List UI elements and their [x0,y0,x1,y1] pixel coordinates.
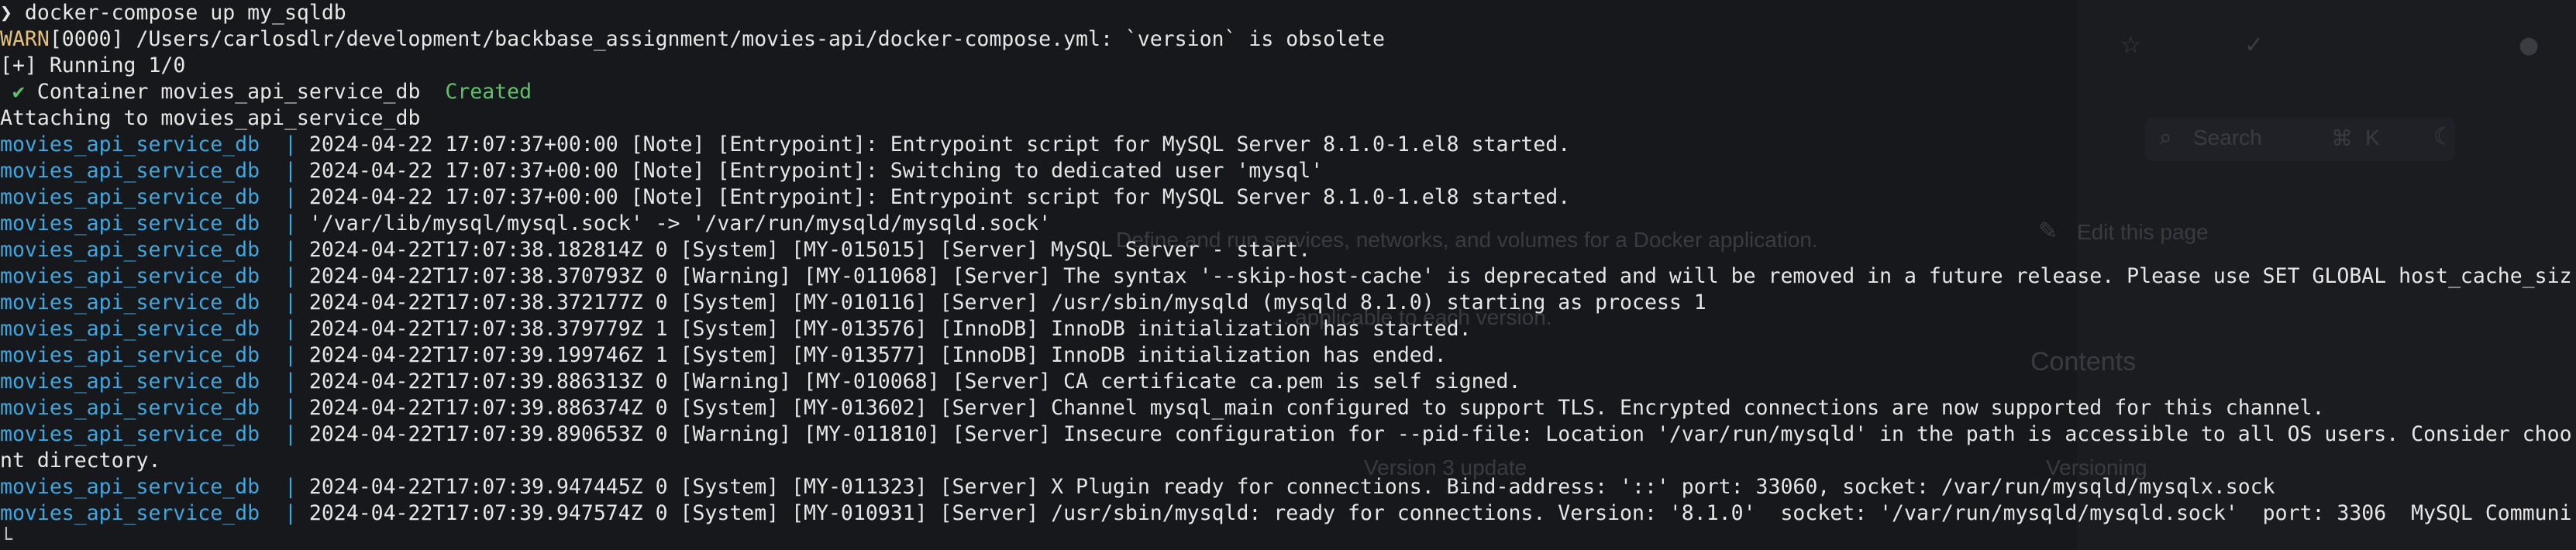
log-text: 2024-04-22T17:07:39.886374Z 0 [System] [… [308,396,2325,420]
log-separator: | [284,159,309,183]
container-text: Container movies_api_service_db [24,80,446,104]
log-text: 2024-04-22 17:07:37+00:00 [Note] [Entryp… [308,132,1571,156]
log-line: movies_api_service_db | 2024-04-22T17:07… [0,500,2576,527]
log-text: 2024-04-22 17:07:37+00:00 [Note] [Entryp… [308,185,1571,209]
wrapped-log-line: nt directory. [0,449,161,473]
log-text: 2024-04-22 17:07:37+00:00 [Note] [Entryp… [308,159,1324,183]
log-separator: | [284,238,309,262]
log-separator: | [284,343,309,367]
log-separator: | [284,211,309,235]
log-line: movies_api_service_db | 2024-04-22 17:07… [0,184,2576,211]
log-line: movies_api_service_db | 2024-04-22T17:07… [0,342,2576,369]
cursor-line[interactable]: └ [0,527,2576,550]
log-line: movies_api_service_db | 2024-04-22T17:07… [0,263,2576,290]
service-prefix: movies_api_service_db [0,211,284,235]
warn-label: WARN [0,27,50,51]
log-separator: | [284,290,309,315]
warn-text: [0000] /Users/carlosdlr/development/back… [49,27,1385,51]
log-line: movies_api_service_db | 2024-04-22T17:07… [0,290,2576,316]
service-prefix: movies_api_service_db [0,159,284,183]
log-text: 2024-04-22T17:07:39.199746Z 1 [System] [… [308,343,1447,367]
log-separator: | [284,185,309,209]
command-line: ❯ docker-compose up my_sqldb [0,0,2576,26]
container-status-line: ✔ Container movies_api_service_db Create… [0,79,2576,105]
log-separator: | [284,264,309,288]
log-text: 2024-04-22T17:07:38.370793Z 0 [Warning] … [308,264,2572,288]
terminal-output[interactable]: ❯ docker-compose up my_sqldb WARN[0000] … [0,0,2576,550]
service-prefix: movies_api_service_db [0,396,284,420]
log-separator: | [284,132,309,156]
service-prefix: movies_api_service_db [0,317,284,341]
log-text: '/var/lib/mysql/mysql.sock' -> '/var/run… [308,211,1052,235]
log-line: movies_api_service_db | 2024-04-22 17:07… [0,132,2576,158]
log-text: 2024-04-22T17:07:38.372177Z 0 [System] [… [308,290,1706,315]
running-line: [+] Running 1/0 [0,53,186,77]
service-prefix: movies_api_service_db [0,290,284,315]
container-status-badge: Created [445,80,532,104]
log-line: movies_api_service_db | 2024-04-22T17:07… [0,316,2576,342]
log-line: movies_api_service_db | 2024-04-22T17:07… [0,474,2576,500]
log-separator: | [284,422,309,446]
service-prefix: movies_api_service_db [0,422,284,446]
warning-line: WARN[0000] /Users/carlosdlr/development/… [0,26,2576,53]
command-text: docker-compose up my_sqldb [12,1,346,25]
check-icon: ✔ [0,80,25,104]
log-text: 2024-04-22T17:07:39.947574Z 0 [System] [… [308,501,2572,525]
service-prefix: movies_api_service_db [0,185,284,209]
cursor-icon: └ [0,528,12,550]
log-text: 2024-04-22T17:07:38.379779Z 1 [System] [… [308,317,1472,341]
log-separator: | [284,475,309,499]
service-prefix: movies_api_service_db [0,501,284,525]
log-line: movies_api_service_db | 2024-04-22T17:07… [0,421,2576,448]
terminal-window[interactable]: ☆ ✓ ● ⌕ Search ⌘ K ☾ ✎ Edit this page Co… [0,0,2576,550]
log-line: movies_api_service_db | 2024-04-22T17:07… [0,395,2576,421]
log-text: 2024-04-22T17:07:39.890653Z 0 [Warning] … [308,422,2572,446]
log-line: movies_api_service_db | 2024-04-22T17:07… [0,369,2576,395]
log-separator: | [284,370,309,394]
log-text: 2024-04-22T17:07:39.947445Z 0 [System] [… [308,475,2275,499]
prompt-symbol: ❯ [0,1,12,25]
service-prefix: movies_api_service_db [0,475,284,499]
log-separator: | [284,317,309,341]
service-prefix: movies_api_service_db [0,264,284,288]
log-line: movies_api_service_db | 2024-04-22 17:07… [0,158,2576,184]
log-text: 2024-04-22T17:07:38.182814Z 0 [System] [… [308,238,1311,262]
log-line: movies_api_service_db | 2024-04-22T17:07… [0,237,2576,263]
service-prefix: movies_api_service_db [0,343,284,367]
log-separator: | [284,396,309,420]
service-prefix: movies_api_service_db [0,132,284,156]
log-line: movies_api_service_db | '/var/lib/mysql/… [0,211,2576,237]
log-text: 2024-04-22T17:07:39.886313Z 0 [Warning] … [308,370,1521,394]
log-separator: | [284,501,309,525]
service-prefix: movies_api_service_db [0,238,284,262]
service-prefix: movies_api_service_db [0,370,284,394]
attaching-line: Attaching to movies_api_service_db [0,106,421,130]
